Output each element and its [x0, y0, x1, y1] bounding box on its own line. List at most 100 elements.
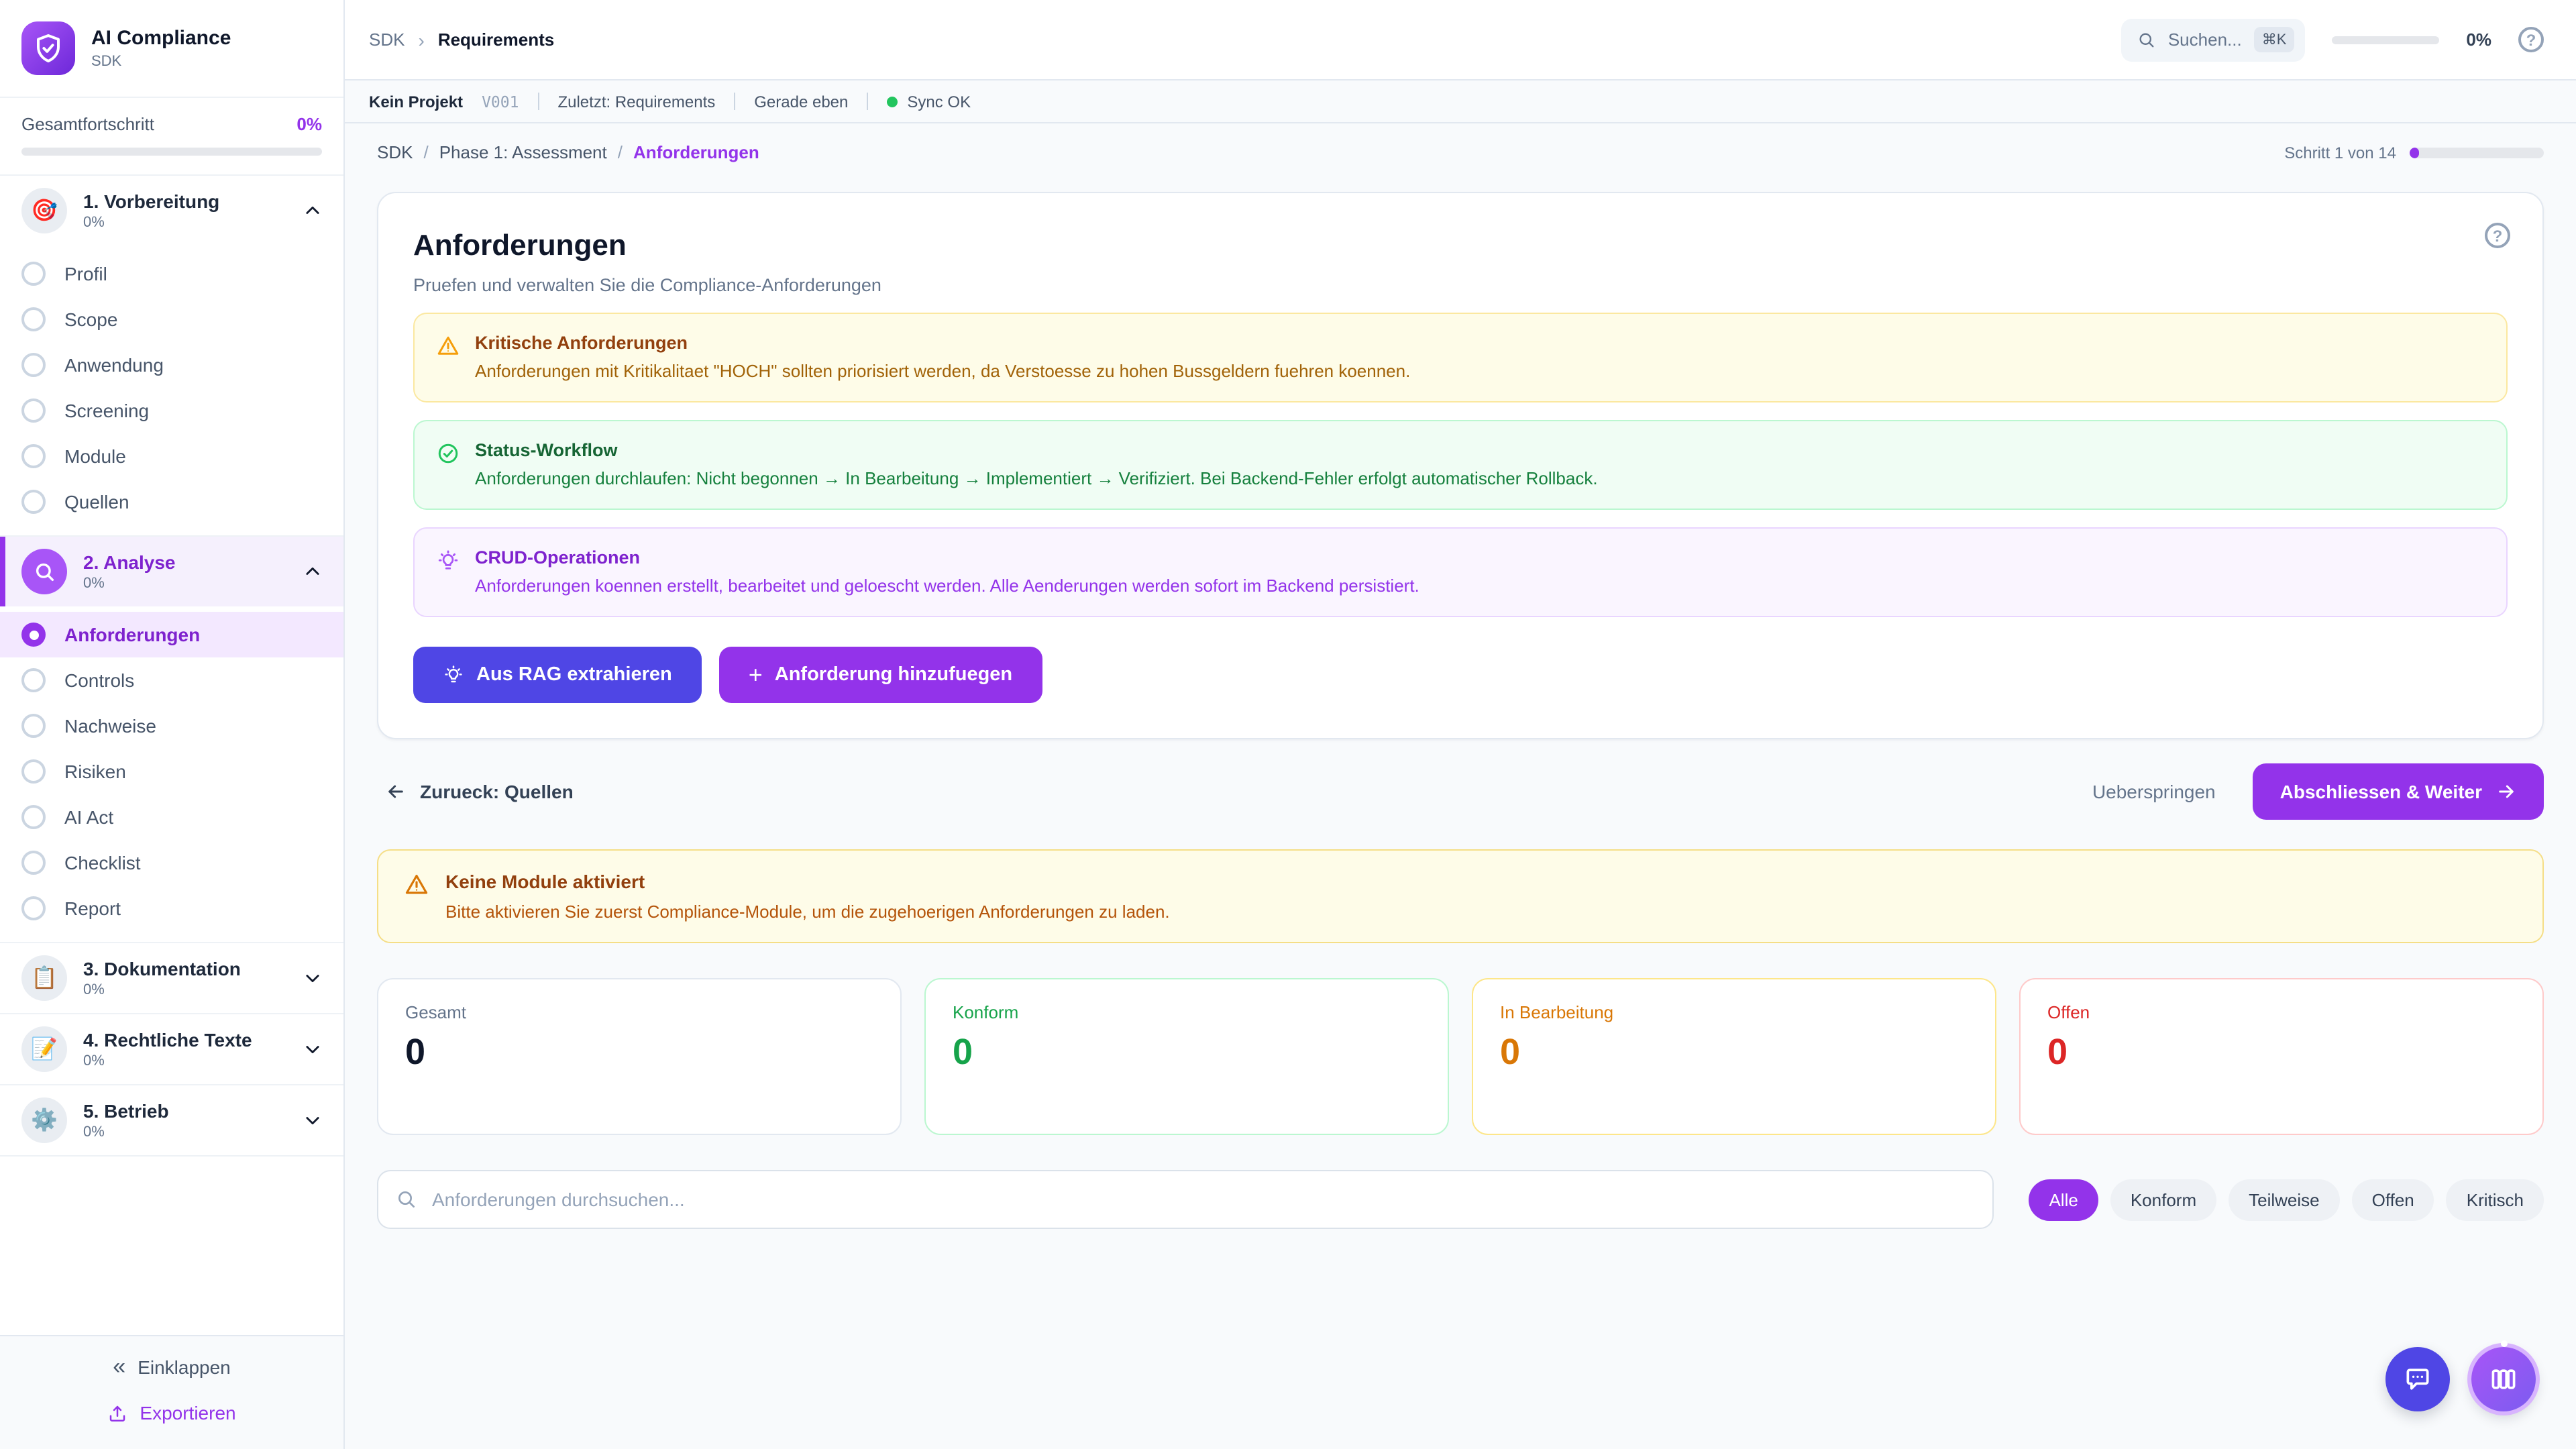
app-subtitle: SDK: [91, 54, 231, 70]
notification-dot: [2500, 1340, 2507, 1347]
slash-separator: /: [618, 142, 623, 162]
header-progress-bar: [2332, 36, 2439, 44]
step-radio: [21, 759, 46, 784]
breadcrumb-phase1[interactable]: Phase 1: Assessment: [439, 142, 607, 162]
section-percent: 0%: [83, 576, 287, 592]
filter-pill-konform[interactable]: Konform: [2110, 1179, 2216, 1220]
sidebar-item-quellen[interactable]: Quellen: [0, 479, 343, 525]
double-chevron-left-icon: «: [113, 1358, 125, 1377]
stat-label: Konform: [953, 1002, 1421, 1022]
sync-ok-dot: [887, 96, 898, 107]
chat-fab-button[interactable]: [2385, 1347, 2450, 1411]
info-body: Anforderungen durchlaufen: Nicht begonne…: [475, 467, 1598, 490]
section-header-dokumentation[interactable]: 📋 3. Dokumentation 0%: [0, 943, 343, 1013]
requirements-search-input[interactable]: [377, 1170, 1994, 1229]
sidebar-item-scope[interactable]: Scope: [0, 297, 343, 342]
step-progress-bar: [2410, 147, 2544, 158]
stat-value: 0: [953, 1032, 1421, 1073]
wizard-nav: Zurueck: Quellen Ueberspringen Abschlies…: [377, 763, 2544, 820]
sidebar-item-anwendung[interactable]: Anwendung: [0, 342, 343, 388]
section-rechtliche-texte: 📝 4. Rechtliche Texte 0%: [0, 1014, 343, 1085]
step-radio: [21, 714, 46, 738]
section-betrieb: ⚙️ 5. Betrieb 0%: [0, 1085, 343, 1157]
section-header-vorbereitung[interactable]: 🎯 1. Vorbereitung 0%: [0, 176, 343, 246]
divider: [867, 93, 868, 110]
sidebar-item-module[interactable]: Module: [0, 433, 343, 479]
statusbar: Kein Projekt V001 Zuletzt: Requirements …: [345, 80, 2576, 123]
info-title: Kritische Anforderungen: [475, 333, 1410, 353]
section-header-analyse[interactable]: 2. Analyse 0%: [0, 537, 343, 606]
section-title: 3. Dokumentation: [83, 958, 287, 981]
back-button[interactable]: Zurueck: Quellen: [377, 780, 582, 804]
chevron-right-icon: ›: [418, 29, 424, 50]
section-header-betrieb[interactable]: ⚙️ 5. Betrieb 0%: [0, 1085, 343, 1155]
step-radio: [21, 444, 46, 468]
breadcrumb-sdk[interactable]: SDK: [377, 142, 413, 162]
sidebar-item-screening[interactable]: Screening: [0, 388, 343, 433]
lightbulb-icon: [443, 664, 464, 686]
step-radio: [21, 490, 46, 514]
main-area: SDK › Requirements Suchen... ⌘K 0% ? Kei…: [345, 0, 2576, 1449]
stat-card-konform: Konform 0: [924, 978, 1449, 1135]
help-icon[interactable]: ?: [2518, 27, 2544, 52]
sidebar-item-checklist[interactable]: Checklist: [0, 840, 343, 885]
slash-separator: /: [423, 142, 428, 162]
filter-pill-teilweise[interactable]: Teilweise: [2229, 1179, 2340, 1220]
sidebar-item-report[interactable]: Report: [0, 885, 343, 931]
magnifier-icon: [21, 549, 67, 594]
page-title: Anforderungen: [413, 228, 2508, 263]
arrow-left-icon: [385, 781, 407, 802]
kanban-fab-button[interactable]: [2471, 1347, 2536, 1411]
last-visited: Zuletzt: Requirements: [557, 92, 715, 111]
lightbulb-icon: [436, 549, 460, 573]
sidebar-item-profil[interactable]: Profil: [0, 251, 343, 297]
app-title: AI Compliance: [91, 27, 231, 51]
stat-value: 0: [2047, 1032, 2516, 1073]
step-progress: Schritt 1 von 14: [2284, 143, 2544, 162]
add-requirement-button[interactable]: + Anforderung hinzufuegen: [719, 647, 1042, 703]
sidebar-item-controls[interactable]: Controls: [0, 657, 343, 703]
search-placeholder: Suchen...: [2168, 30, 2242, 50]
app-window: AI Compliance SDK Gesamtfortschritt 0% 🎯…: [0, 0, 2576, 1449]
section-analyse: 2. Analyse 0% Anforderungen Controls Nac…: [0, 537, 343, 943]
sidebar-item-anforderungen[interactable]: Anforderungen: [0, 612, 343, 657]
sidebar-item-risiken[interactable]: Risiken: [0, 749, 343, 794]
info-box-crud-operationen: CRUD-Operationen Anforderungen koennen e…: [413, 527, 2508, 617]
collapse-sidebar-button[interactable]: « Einklappen: [105, 1355, 239, 1379]
version-badge: V001: [482, 92, 519, 111]
info-body: Anforderungen koennen erstellt, bearbeit…: [475, 574, 1419, 597]
sidebar-item-ai-act[interactable]: AI Act: [0, 794, 343, 840]
search-icon: [396, 1189, 417, 1210]
export-button[interactable]: Exportieren: [99, 1401, 244, 1425]
step-radio: [21, 668, 46, 692]
chevron-down-icon: [303, 1111, 322, 1130]
section-title: 5. Betrieb: [83, 1100, 287, 1123]
filter-pill-offen[interactable]: Offen: [2352, 1179, 2434, 1220]
kanban-columns-icon: [2489, 1364, 2518, 1394]
section-header-rechtliche-texte[interactable]: 📝 4. Rechtliche Texte 0%: [0, 1014, 343, 1084]
breadcrumb-sdk[interactable]: SDK: [369, 30, 405, 50]
filter-pill-kritisch[interactable]: Kritisch: [2447, 1179, 2544, 1220]
finish-and-next-button[interactable]: Abschliessen & Weiter: [2253, 763, 2544, 820]
info-box-status-workflow: Status-Workflow Anforderungen durchlaufe…: [413, 420, 2508, 510]
upload-icon: [107, 1403, 127, 1423]
sidebar-item-nachweise[interactable]: Nachweise: [0, 703, 343, 749]
skip-button[interactable]: Ueberspringen: [2084, 780, 2224, 804]
info-body: Anforderungen mit Kritikalitaet "HOCH" s…: [475, 360, 1410, 382]
filter-pill-alle[interactable]: Alle: [2029, 1179, 2098, 1220]
page-content: SDK / Phase 1: Assessment / Anforderunge…: [345, 123, 2576, 1449]
no-modules-warning: Keine Module aktiviert Bitte aktivieren …: [377, 849, 2544, 943]
clipboard-icon: 📋: [21, 955, 67, 1001]
extract-from-rag-button[interactable]: Aus RAG extrahieren: [413, 647, 702, 703]
filter-pills: Alle Konform Teilweise Offen Kritisch: [2029, 1179, 2544, 1220]
gear-icon: ⚙️: [21, 1097, 67, 1143]
section-percent: 0%: [83, 215, 287, 231]
warning-body: Bitte aktivieren Sie zuerst Compliance-M…: [445, 902, 1170, 922]
global-search-button[interactable]: Suchen... ⌘K: [2121, 18, 2306, 61]
shield-check-icon: [21, 21, 75, 75]
page-subtitle: Pruefen und verwalten Sie die Compliance…: [413, 275, 2508, 295]
stat-card-offen: Offen 0: [2019, 978, 2544, 1135]
step-radio: [21, 307, 46, 331]
card-help-icon[interactable]: ?: [2485, 223, 2510, 248]
stat-value: 0: [405, 1032, 873, 1073]
